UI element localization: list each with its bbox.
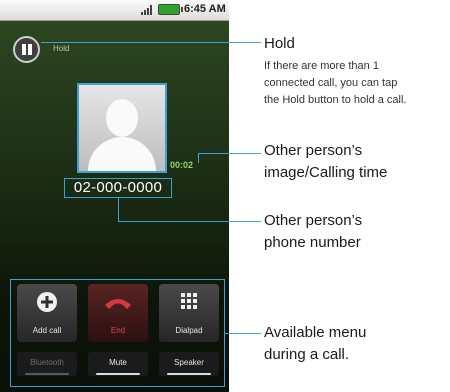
in-call-menu: Add call End Dialpad Bluetooth Mute Spea… — [10, 279, 225, 387]
mute-toggle[interactable]: Mute — [88, 352, 148, 376]
speaker-toggle[interactable]: Speaker — [159, 352, 219, 376]
speaker-indicator — [167, 373, 211, 375]
dialpad-icon — [181, 293, 197, 309]
battery-icon — [158, 4, 183, 15]
end-call-button[interactable]: End — [88, 284, 148, 342]
add-call-button[interactable]: Add call — [17, 284, 77, 342]
add-call-label: Add call — [32, 326, 62, 335]
status-bar: 6:45 AM — [0, 0, 229, 21]
person-head — [106, 99, 138, 137]
add-icon — [37, 292, 57, 312]
bluetooth-indicator — [25, 373, 69, 375]
bluetooth-toggle[interactable]: Bluetooth — [17, 352, 77, 376]
person-shoulders — [88, 137, 156, 171]
number-callout-line — [118, 221, 261, 222]
number-callout-line-1: Other person’s — [264, 212, 363, 229]
mute-label: Mute — [109, 358, 127, 367]
mute-indicator — [96, 373, 140, 375]
status-time: 6:45 AM — [184, 3, 226, 15]
number-callout-line-2: phone number — [264, 234, 361, 251]
hold-button[interactable] — [13, 36, 40, 63]
hold-callout-desc-2: connected call, you can tap — [264, 77, 398, 89]
image-callout-line-2: image/Calling time — [264, 164, 388, 181]
menu-callout-line-1: Available menu — [264, 324, 367, 341]
menu-callout-line — [225, 333, 261, 334]
contact-photo — [77, 83, 167, 173]
menu-callout-line-2: during a call. — [264, 346, 350, 363]
signal-icon — [141, 5, 152, 15]
dialpad-label: Dialpad — [175, 326, 203, 335]
hold-callout-desc-3: the Hold button to hold a call. — [264, 94, 407, 106]
phone-number: 02-000-0000 — [64, 178, 172, 198]
hold-label: Hold — [53, 44, 70, 53]
end-call-icon — [105, 299, 131, 309]
hold-callout-title: Hold — [264, 35, 295, 52]
image-callout-line-1: Other person’s — [264, 142, 363, 159]
number-callout-vertical — [118, 198, 119, 221]
speaker-label: Speaker — [174, 358, 204, 367]
bluetooth-label: Bluetooth — [30, 358, 64, 367]
image-callout-connector — [198, 153, 199, 163]
hold-callout-desc-1: If there are more than 1 — [264, 60, 379, 72]
hold-callout-line — [41, 42, 261, 43]
phone-screen: 6:45 AM Hold 00:02 02-000-0000 Add call … — [0, 0, 229, 392]
end-call-label: End — [110, 326, 126, 335]
dialpad-button[interactable]: Dialpad — [159, 284, 219, 342]
image-callout-line — [198, 153, 261, 154]
call-timer: 00:02 — [170, 160, 194, 170]
